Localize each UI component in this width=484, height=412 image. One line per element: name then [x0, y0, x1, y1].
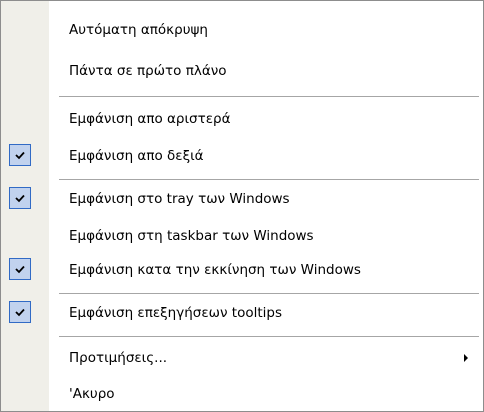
menu-item-label: Εμφάνιση στο tray των Windows [69, 191, 290, 207]
menu-item-show-right[interactable]: Εμφάνιση απο δεξιά [1, 141, 483, 171]
checkmark-icon [9, 258, 31, 280]
checkmark-icon [9, 187, 31, 209]
menu-item-show-on-startup[interactable]: Εμφάνιση κατα την εκκίνηση των Windows [1, 255, 483, 285]
menu-item-label: Εμφάνιση απο αριστερά [69, 111, 231, 127]
menu-separator [59, 336, 479, 337]
menu-item-label: Προτιμήσεις... [69, 350, 168, 366]
menu-item-label: Εμφάνιση απο δεξιά [69, 148, 204, 164]
menu-item-label: Εμφάνιση επεξηγήσεων tooltips [69, 305, 282, 321]
checkmark-icon [9, 301, 31, 323]
menu-separator [59, 293, 479, 294]
menu-item-label: Πάντα σε πρώτο πλάνο [69, 63, 227, 79]
menu-item-show-in-taskbar[interactable]: Εμφάνιση στη taskbar των Windows [1, 221, 483, 251]
menu-item-cancel[interactable]: 'Ακυρο [1, 379, 483, 409]
menu-item-show-in-tray[interactable]: Εμφάνιση στο tray των Windows [1, 184, 483, 214]
submenu-arrow-icon [464, 354, 468, 362]
menu-separator [59, 179, 479, 180]
menu-item-label: 'Ακυρο [69, 386, 115, 402]
menu-item-label: Αυτόματη απόκρυψη [69, 22, 208, 38]
menu-item-auto-hide[interactable]: Αυτόματη απόκρυψη [1, 15, 483, 45]
menu-item-show-left[interactable]: Εμφάνιση απο αριστερά [1, 104, 483, 134]
menu-item-label: Εμφάνιση κατα την εκκίνηση των Windows [69, 262, 361, 278]
checkmark-icon [9, 144, 31, 166]
menu-separator [59, 96, 479, 97]
menu-item-show-tooltips[interactable]: Εμφάνιση επεξηγήσεων tooltips [1, 298, 483, 328]
context-menu: Αυτόματη απόκρυψη Πάντα σε πρώτο πλάνο Ε… [0, 0, 484, 412]
menu-item-preferences[interactable]: Προτιμήσεις... [1, 343, 483, 373]
menu-item-always-on-top[interactable]: Πάντα σε πρώτο πλάνο [1, 56, 483, 86]
menu-item-label: Εμφάνιση στη taskbar των Windows [69, 228, 314, 244]
